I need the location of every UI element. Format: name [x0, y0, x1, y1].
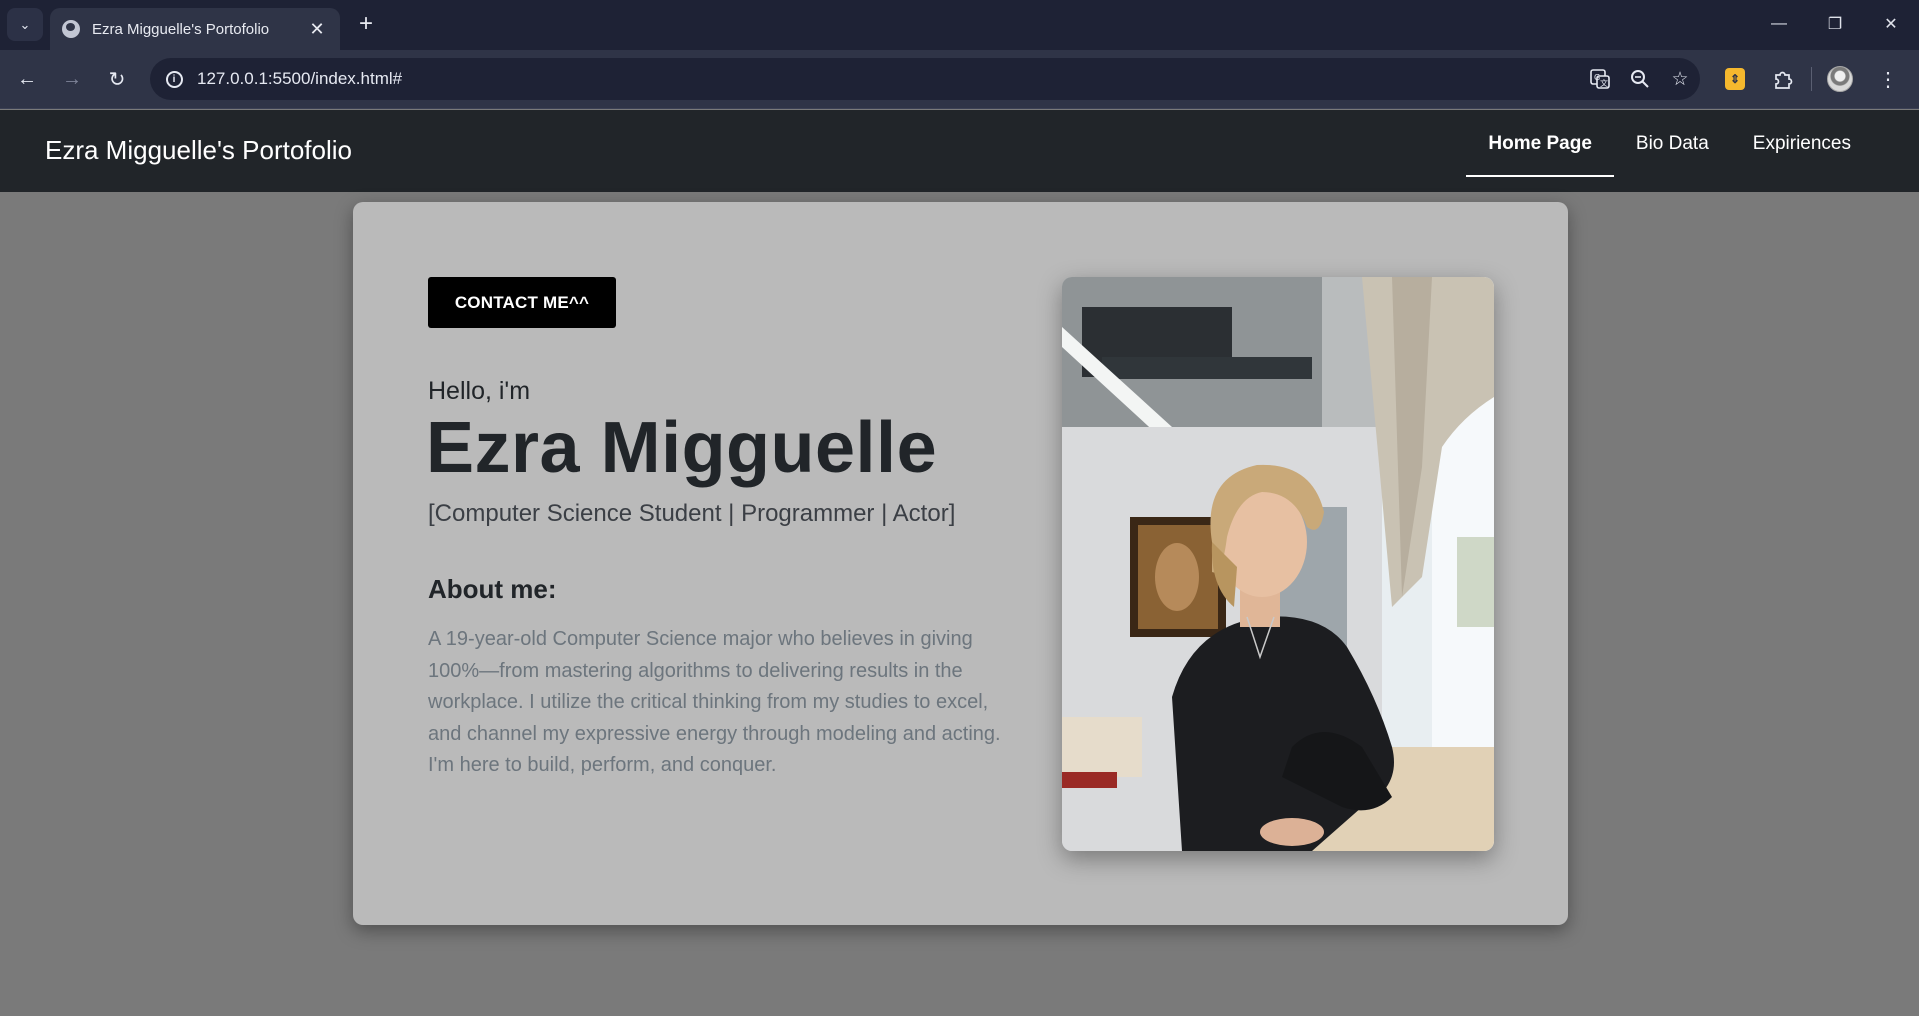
window-close-icon[interactable]: ✕: [1863, 0, 1919, 48]
greeting-text: Hello, i'm: [428, 377, 531, 405]
roles-text: [Computer Science Student | Programmer |…: [428, 500, 956, 527]
zoom-icon[interactable]: [1620, 59, 1660, 99]
new-tab-button[interactable]: +: [352, 10, 380, 38]
nav-link-home[interactable]: Home Page: [1466, 110, 1614, 177]
nav-links: Home Page Bio Data Expiriences: [1466, 110, 1873, 192]
back-icon[interactable]: ←: [11, 63, 43, 95]
browser-tabstrip: ⌄ Ezra Migguelle's Portofolio ✕ + — ❐ ✕: [0, 0, 1919, 50]
translate-icon[interactable]: G文: [1580, 59, 1620, 99]
window-controls: — ❐ ✕: [1751, 0, 1919, 48]
address-bar[interactable]: i 127.0.0.1:5500/index.html# G文 ☆: [150, 58, 1700, 100]
restore-icon[interactable]: ❐: [1807, 0, 1863, 48]
nav-link-bio-data[interactable]: Bio Data: [1614, 110, 1731, 177]
close-icon[interactable]: ✕: [306, 19, 328, 40]
chevron-down-icon: ⌄: [19, 16, 31, 32]
site-navbar: Ezra Migguelle's Portofolio Home Page Bi…: [0, 110, 1919, 192]
menu-kebab-icon[interactable]: ⋮: [1868, 60, 1908, 98]
toolbar-divider: [1811, 67, 1812, 91]
profile-photo: [1062, 277, 1494, 851]
forward-icon[interactable]: →: [56, 63, 88, 95]
extensions-area: ⇕ ⋮: [1715, 60, 1908, 98]
svg-text:文: 文: [1600, 78, 1608, 88]
puzzle-icon[interactable]: [1763, 60, 1803, 98]
tab-search-button[interactable]: ⌄: [7, 8, 43, 41]
site-brand[interactable]: Ezra Migguelle's Portofolio: [45, 135, 352, 166]
minimize-icon[interactable]: —: [1751, 0, 1807, 48]
url-text[interactable]: 127.0.0.1:5500/index.html#: [197, 69, 1580, 89]
extension-app-icon[interactable]: ⇕: [1715, 60, 1755, 98]
hero-name: Ezra Migguelle: [426, 408, 938, 488]
page: Ezra Migguelle's Portofolio Home Page Bi…: [0, 110, 1919, 1016]
profile-button[interactable]: [1820, 60, 1860, 98]
avatar: [1827, 66, 1853, 92]
globe-icon: [62, 20, 80, 38]
tab-title: Ezra Migguelle's Portofolio: [92, 20, 270, 38]
reload-icon[interactable]: ↻: [101, 63, 133, 95]
about-heading: About me:: [428, 574, 557, 604]
bookmark-star-icon[interactable]: ☆: [1660, 59, 1700, 99]
nav-link-experiences[interactable]: Expiriences: [1731, 110, 1873, 177]
about-paragraph: A 19-year-old Computer Science major who…: [428, 628, 1001, 776]
hero-card: CONTACT ME^^ Hello, i'm Ezra Migguelle […: [353, 202, 1568, 925]
browser-toolbar: ← → ↻ i 127.0.0.1:5500/index.html# G文 ☆ …: [0, 50, 1919, 109]
browser-tab[interactable]: Ezra Migguelle's Portofolio ✕: [50, 8, 340, 50]
contact-me-button[interactable]: CONTACT ME^^: [428, 277, 616, 328]
site-info-icon[interactable]: i: [159, 64, 189, 94]
